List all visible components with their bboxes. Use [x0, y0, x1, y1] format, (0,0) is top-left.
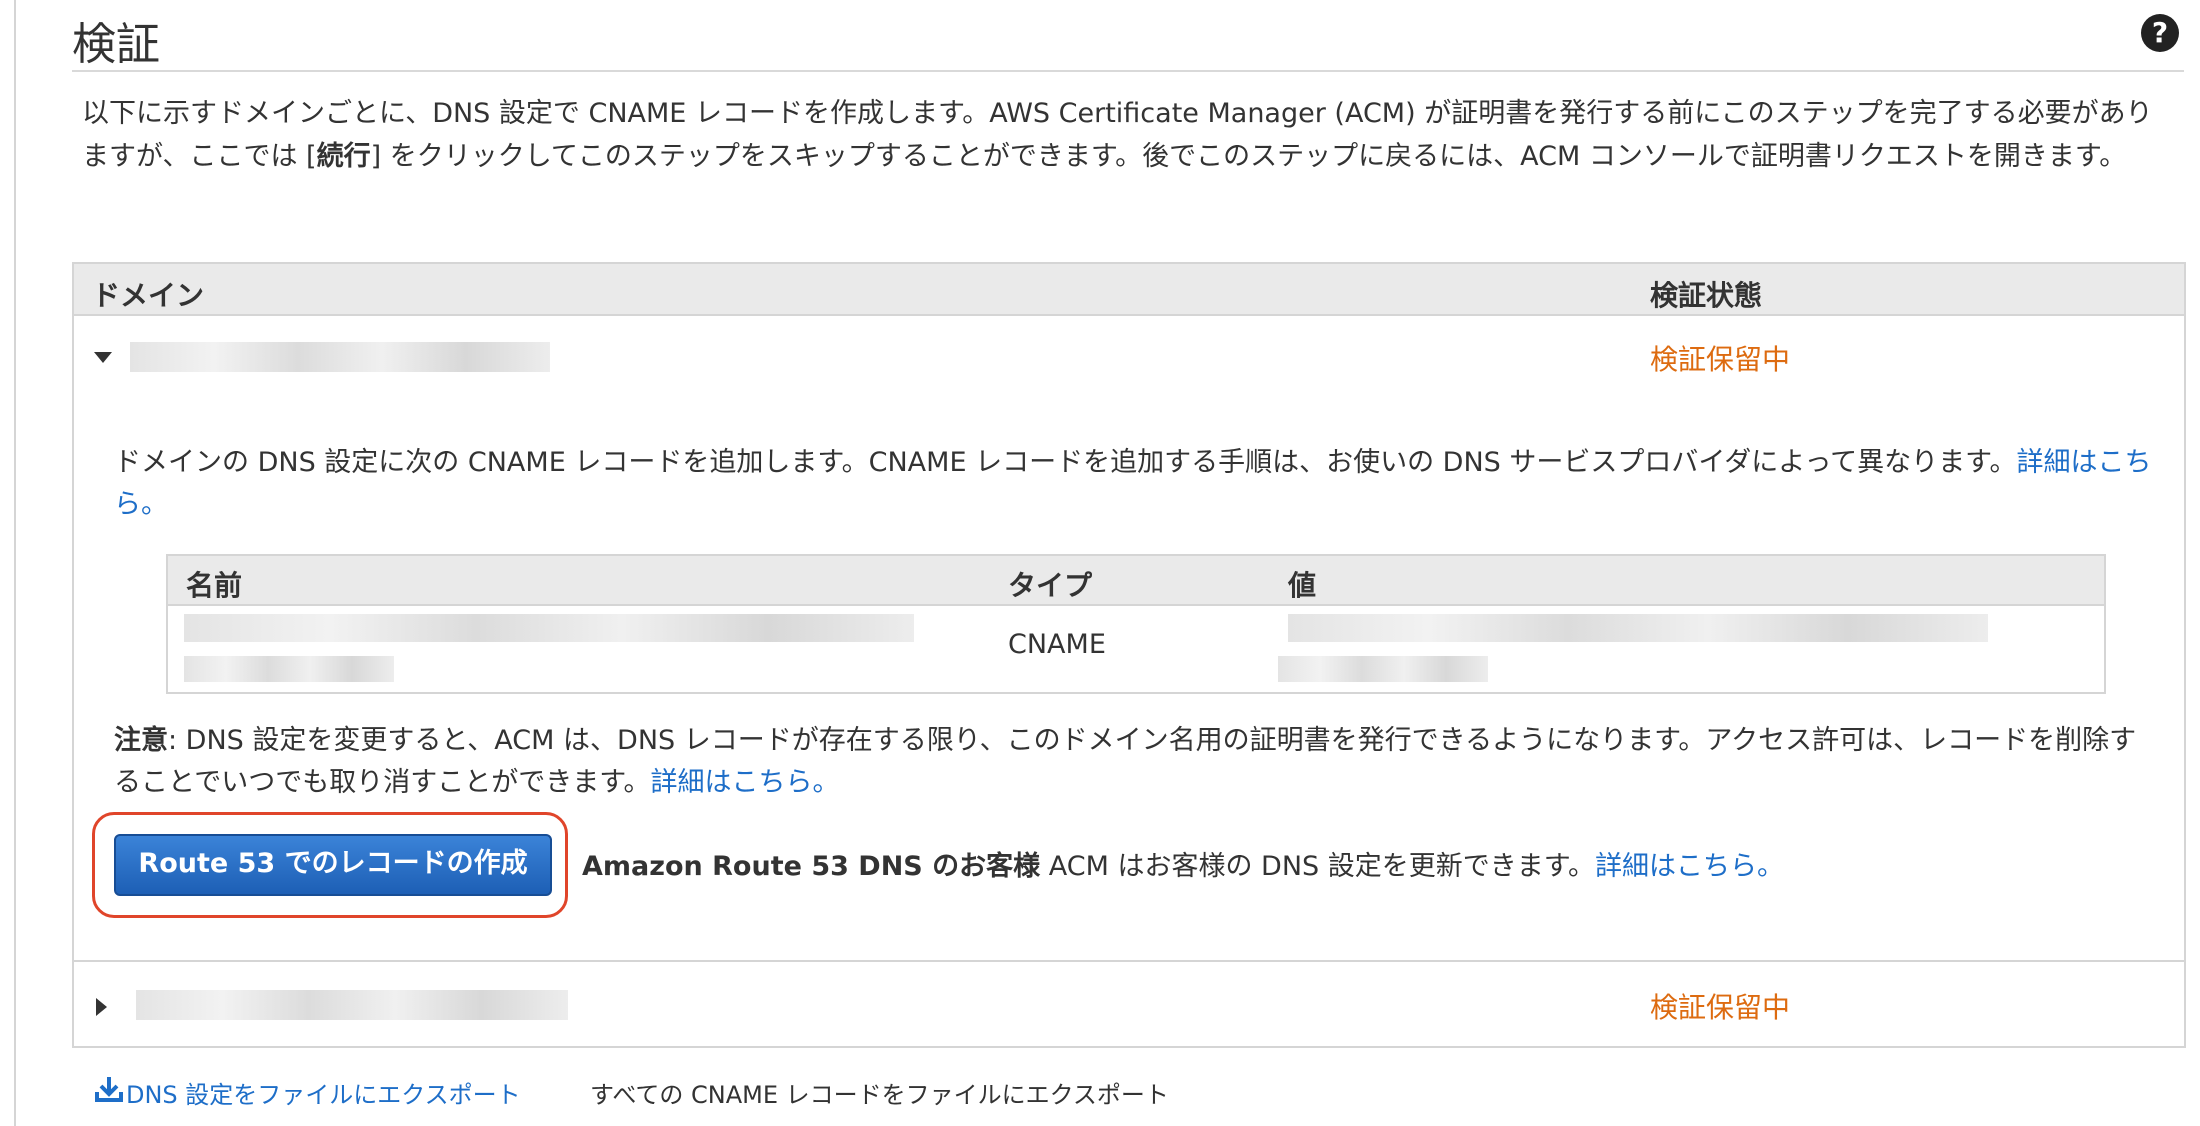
- dns-instruction: ドメインの DNS 設定に次の CNAME レコードを追加します。CNAME レ…: [114, 447, 2152, 520]
- record-table: 名前 タイプ 値 CNAME: [166, 554, 2106, 694]
- note-text: 注意: DNS 設定を変更すると、ACM は、DNS レコードが存在する限り、こ…: [114, 725, 2137, 798]
- title-divider: [72, 70, 2184, 72]
- record-value-redacted: [1288, 614, 1988, 642]
- page-title: 検証: [72, 19, 160, 70]
- learn-more-link[interactable]: 詳細はこちら。: [1595, 851, 1784, 882]
- column-header-type: タイプ: [1008, 569, 1093, 602]
- column-header-name: 名前: [186, 569, 243, 602]
- route53-customers: Amazon Route 53 DNS のお客様: [582, 851, 1041, 882]
- table-header: ドメイン 検証状態: [74, 264, 2184, 316]
- left-border: [14, 0, 16, 1126]
- export-description: すべての CNAME レコードをファイルにエクスポート: [590, 1081, 1169, 1109]
- continue-bold: 続行: [316, 141, 371, 172]
- status-badge: 検証保留中: [1650, 343, 1791, 376]
- record-table-header: 名前 タイプ 値: [168, 556, 2104, 606]
- question-circle-icon[interactable]: ?: [2141, 14, 2179, 52]
- status-badge: 検証保留中: [1650, 991, 1791, 1024]
- intro-text: 以下に示すドメインごとに、DNS 設定で CNAME レコードを作成します。AW…: [82, 98, 2153, 172]
- domain-name-redacted: [130, 342, 550, 372]
- column-header-domain: ドメイン: [92, 279, 205, 312]
- record-name-redacted: [184, 614, 914, 642]
- export-dns-link[interactable]: DNS 設定をファイルにエクスポート: [126, 1075, 521, 1110]
- column-header-status: 検証状態: [1650, 279, 1763, 312]
- note-label: 注意: [114, 725, 168, 756]
- route53-description: Amazon Route 53 DNS のお客様 ACM はお客様の DNS 設…: [582, 851, 1785, 882]
- download-icon[interactable]: [94, 1074, 124, 1104]
- record-name-redacted: [184, 656, 394, 682]
- learn-more-link[interactable]: 詳細はこちら。: [651, 767, 840, 798]
- record-value-redacted: [1278, 656, 1488, 682]
- row-divider: [74, 960, 2184, 962]
- domains-table: ドメイン 検証状態 検証保留中 ドメインの DNS 設定に次の CNAME レコ…: [72, 262, 2186, 1048]
- create-record-route53-button[interactable]: Route 53 でのレコードの作成: [114, 834, 552, 896]
- caret-down-icon[interactable]: [94, 352, 112, 363]
- record-type: CNAME: [1008, 629, 1106, 660]
- caret-right-icon[interactable]: [96, 998, 107, 1016]
- domain-name-redacted: [136, 990, 568, 1020]
- column-header-value: 値: [1288, 569, 1317, 602]
